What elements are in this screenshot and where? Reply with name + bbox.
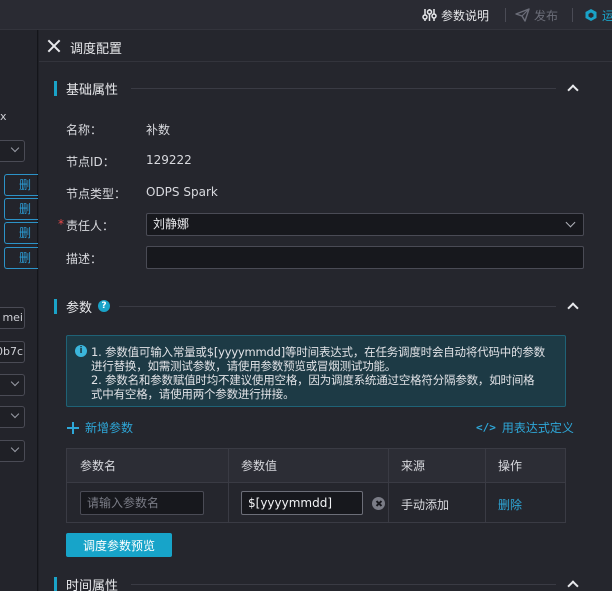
owner-select-value: 刘静娜 [153,217,190,231]
section-params-label: 参数 [66,300,93,316]
node-type-label: 节点类型： [66,187,127,201]
info-icon: i [75,345,87,357]
paper-plane-icon [515,8,530,22]
chevron-down-icon [10,409,20,419]
chevron-down-icon [10,143,20,153]
chevron-up-icon[interactable] [567,580,579,591]
truncated-text: x [0,110,7,123]
truncated-delete-button[interactable]: 删 [4,247,38,269]
clear-icon[interactable] [372,497,385,510]
section-divider [131,88,556,89]
table-header: 参数名 参数值 来源 操作 [67,449,565,483]
section-basic-label: 基础属性 [66,82,119,98]
truncated-delete-button[interactable]: 删 [4,174,38,196]
truncated-select[interactable] [0,406,25,428]
node-id-label: 节点ID： [66,155,115,169]
column-header: 操作 [498,459,523,473]
param-value-input[interactable] [241,491,363,515]
column-header: 参数值 [241,459,278,473]
help-icon[interactable]: ? [98,300,111,312]
chevron-up-icon[interactable] [567,302,579,314]
owner-select[interactable]: 刘静娜 [146,213,584,236]
close-icon[interactable] [47,39,61,53]
truncated-select[interactable] [0,140,25,162]
param-preview-button[interactable]: 调度参数预览 [66,533,172,557]
node-id-value: 129222 [146,153,192,167]
schedule-config-panel: 调度配置 基础属性 名称： 补数 节点ID： 129222 节点类型： ODPS… [39,30,612,591]
section-accent-bar [54,80,57,96]
add-param-button[interactable]: 新增参数 [67,419,133,436]
info-text: 式中有空格，请使用两个参数进行拼接。 [91,387,295,401]
ops-center-button[interactable]: 运 [584,0,612,30]
background-editor-strip: x 删 删 删 删 mei 0b7c [0,30,38,591]
plus-icon [67,421,79,434]
column-divider [228,449,229,522]
delete-param-link[interactable]: 删除 [498,496,522,513]
truncated-input[interactable]: 0b7c [0,341,25,363]
truncated-select[interactable] [0,374,25,396]
chevron-down-icon [10,377,20,387]
chevron-down-icon [565,217,576,228]
section-accent-bar [54,298,57,314]
code-icon: </> [476,421,496,434]
section-params-title: 参数 ? [54,298,111,316]
publish-label: 发布 [534,8,559,23]
truncated-input[interactable]: mei [0,307,25,329]
required-mark: * [58,217,64,231]
section-time-title: 时间属性 [54,576,118,591]
publish-button[interactable]: 发布 [515,0,558,30]
owner-label: * 责任人： [58,217,115,234]
params-help-button[interactable]: 参数说明 [422,0,489,30]
node-type-value: ODPS Spark [146,185,218,199]
description-label: 描述： [66,252,103,266]
section-divider [131,584,556,585]
description-input[interactable] [146,246,584,269]
hexagon-icon [585,9,597,21]
chevron-up-icon[interactable] [567,84,579,96]
chevron-down-icon [10,443,20,453]
params-table: 参数名 参数值 来源 操作 手动添加 删除 [66,448,566,523]
panel-title: 调度配置 [70,42,123,57]
toolbar-divider [505,8,506,22]
truncated-delete-button[interactable]: 删 [4,198,38,220]
section-time-label: 时间属性 [66,578,119,591]
toolbar-divider [572,8,573,22]
column-divider [485,449,486,522]
sliders-icon [422,9,437,21]
name-value: 补数 [146,123,171,137]
section-accent-bar [54,576,57,591]
add-param-label: 新增参数 [85,421,134,435]
column-header: 来源 [401,459,426,473]
param-source: 手动添加 [401,498,450,512]
truncated-delete-button[interactable]: 删 [4,222,38,244]
panel-header: 调度配置 [39,30,612,62]
owner-label-text: 责任人： [66,219,115,233]
truncated-select[interactable] [0,440,25,462]
column-header: 参数名 [80,459,117,473]
params-help-label: 参数说明 [441,8,490,23]
expression-define-button[interactable]: </> 用表达式定义 [476,419,574,436]
ops-center-label: 运 [602,8,612,23]
name-label: 名称： [66,123,103,137]
column-divider [388,449,389,522]
section-basic-title: 基础属性 [54,80,119,98]
top-toolbar: 参数说明 发布 运 [0,0,612,30]
section-divider [119,306,556,307]
param-name-input[interactable] [80,491,204,515]
params-info-box: i 1. 参数值可输入常量或$[yyyymmdd]等时间表达式，在任务调度时会自… [66,335,566,407]
expression-define-label: 用表达式定义 [501,421,574,435]
